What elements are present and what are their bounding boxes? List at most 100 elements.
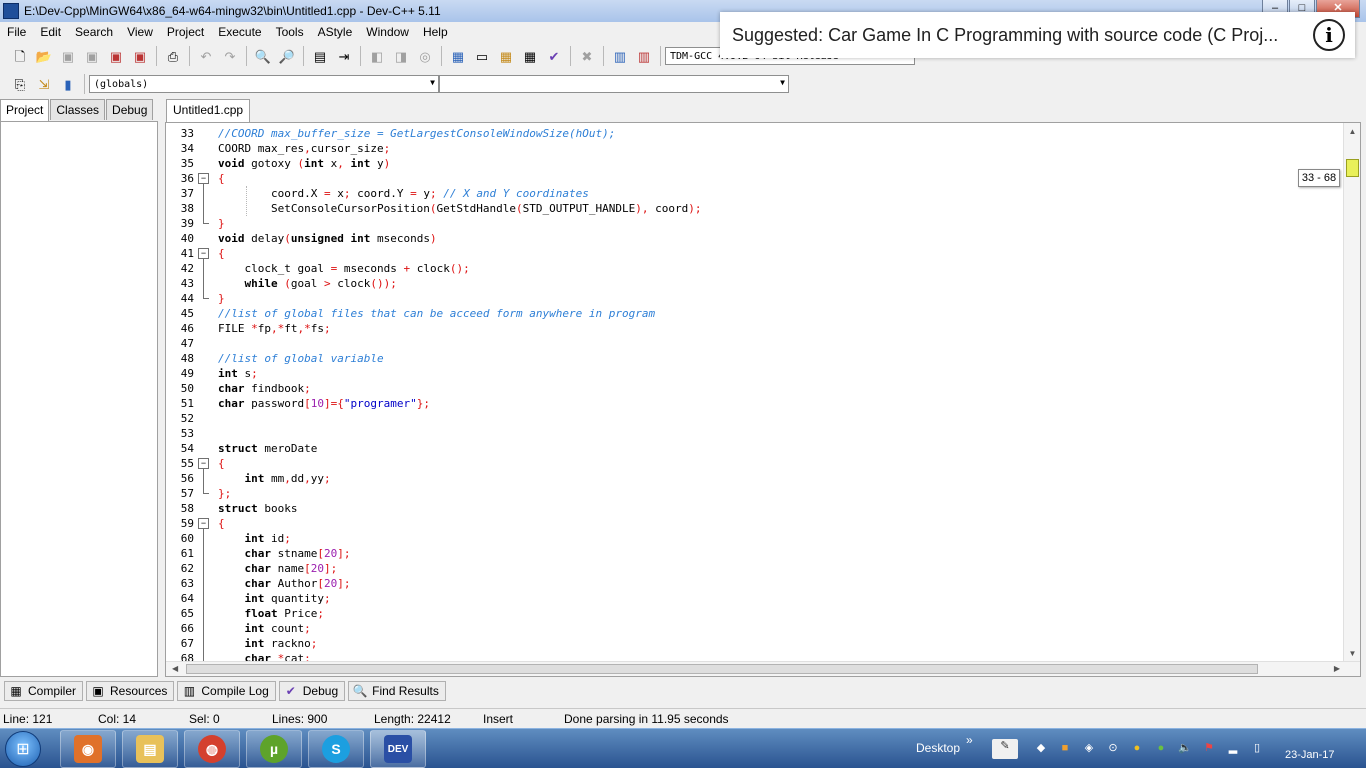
code-line[interactable]: }; xyxy=(218,486,231,501)
tray-utorrent-icon[interactable]: ● xyxy=(1154,741,1168,755)
profile-delete-icon[interactable]: ▥ xyxy=(634,46,654,66)
taskbar-app-orange[interactable]: ◉ xyxy=(60,730,116,768)
tab-compile-log[interactable]: ▥ Compile Log xyxy=(177,681,276,701)
menu-edit[interactable]: Edit xyxy=(33,25,68,39)
code-line[interactable]: COORD max_res,cursor_size; xyxy=(218,141,390,156)
scroll-right-icon[interactable]: ▶ xyxy=(1334,662,1340,676)
open-file-icon[interactable]: 📂 xyxy=(34,46,54,66)
code-line[interactable]: int mm,dd,yy; xyxy=(218,471,330,486)
save-icon[interactable]: ▣ xyxy=(58,46,78,66)
code-line[interactable]: char password[10]={"programer"}; xyxy=(218,396,430,411)
taskbar-utorrent[interactable]: µ xyxy=(246,730,302,768)
tab-resources[interactable]: ▣ Resources xyxy=(86,681,175,701)
menu-project[interactable]: Project xyxy=(160,25,211,39)
goto-line-icon[interactable]: ▤ xyxy=(310,46,330,66)
menu-help[interactable]: Help xyxy=(416,25,455,39)
tab-classes[interactable]: Classes xyxy=(50,99,106,120)
fold-toggle-icon[interactable]: − xyxy=(198,248,209,259)
signal-icon[interactable]: ▂ xyxy=(1226,741,1240,755)
code-line[interactable]: } xyxy=(218,216,225,231)
indent-icon[interactable]: ⇥ xyxy=(334,46,354,66)
project-options-icon[interactable]: ◎ xyxy=(415,46,435,66)
stop-execution-icon[interactable]: ✖ xyxy=(577,46,597,66)
horizontal-scroll-thumb[interactable] xyxy=(186,664,1258,674)
code-line[interactable]: { xyxy=(218,246,225,261)
tray-capture-icon[interactable]: ⊙ xyxy=(1106,741,1120,755)
menu-tools[interactable]: Tools xyxy=(269,25,311,39)
chevron-icon[interactable]: » xyxy=(966,733,973,747)
close-all-icon[interactable]: ▣ xyxy=(130,46,150,66)
horizontal-scrollbar[interactable]: ◀ ▶ xyxy=(166,661,1360,676)
code-line[interactable]: clock_t goal = mseconds + clock(); xyxy=(218,261,469,276)
profile-icon[interactable]: ▥ xyxy=(610,46,630,66)
compile-icon[interactable]: ▦ xyxy=(448,46,468,66)
replace-icon[interactable]: 🔎 xyxy=(277,46,297,66)
code-line[interactable]: float Price; xyxy=(218,606,324,621)
suggestion-text[interactable]: Suggested: Car Game In C Programming wit… xyxy=(732,25,1292,46)
code-line[interactable]: FILE *fp,*ft,*fs; xyxy=(218,321,331,336)
tray-leaf-icon[interactable]: ◆ xyxy=(1034,741,1048,755)
run-icon[interactable]: ▭ xyxy=(472,46,492,66)
vertical-scrollbar[interactable]: ▲ ▼ xyxy=(1343,123,1360,663)
add-to-project-icon[interactable]: ◧ xyxy=(367,46,387,66)
code-line[interactable]: struct books xyxy=(218,501,298,516)
code-line[interactable]: struct meroDate xyxy=(218,441,317,456)
code-line[interactable]: //list of global variable xyxy=(218,351,384,366)
project-browser[interactable] xyxy=(0,121,158,677)
menu-view[interactable]: View xyxy=(120,25,160,39)
fold-toggle-icon[interactable]: − xyxy=(198,458,209,469)
taskbar-skype[interactable]: S xyxy=(308,730,364,768)
tab-compiler[interactable]: ▦ Compiler xyxy=(4,681,84,701)
close-file-icon[interactable]: ▣ xyxy=(106,46,126,66)
code-line[interactable]: int count; xyxy=(218,621,310,636)
toggle-bookmark-icon[interactable]: ▮ xyxy=(58,74,78,94)
scroll-left-icon[interactable]: ◀ xyxy=(172,662,178,676)
code-line[interactable]: int id; xyxy=(218,531,290,546)
code-line[interactable]: //list of global files that can be accee… xyxy=(218,306,655,321)
tab-debug[interactable]: Debug xyxy=(106,99,154,120)
tray-orange-icon[interactable]: ■ xyxy=(1058,741,1072,755)
code-line[interactable]: { xyxy=(218,456,225,471)
tab-project[interactable]: Project xyxy=(0,99,50,122)
member-select[interactable]: ▼ xyxy=(439,75,789,93)
battery-icon[interactable]: ▯ xyxy=(1250,741,1264,755)
fold-toggle-icon[interactable]: − xyxy=(198,518,209,529)
tablet-input-icon[interactable]: ✎ xyxy=(992,739,1018,759)
new-file-icon[interactable]: 🗋 xyxy=(10,46,30,66)
code-line[interactable]: while (goal > clock()); xyxy=(218,276,396,291)
code-line[interactable]: char Author[20]; xyxy=(218,576,350,591)
undo-icon[interactable]: ↶ xyxy=(196,46,216,66)
taskbar-devcpp[interactable]: DEV xyxy=(370,730,426,768)
scroll-up-icon[interactable]: ▲ xyxy=(1346,125,1359,138)
code-line[interactable]: SetConsoleCursorPosition(GetStdHandle(ST… xyxy=(218,201,702,216)
taskbar-explorer[interactable]: ▤ xyxy=(122,730,178,768)
redo-icon[interactable]: ↷ xyxy=(220,46,240,66)
tab-find-results[interactable]: 🔍 Find Results xyxy=(348,681,446,701)
menu-astyle[interactable]: AStyle xyxy=(311,25,360,39)
code-line[interactable]: coord.X = x; coord.Y = y; // X and Y coo… xyxy=(218,186,589,201)
menu-file[interactable]: File xyxy=(0,25,33,39)
goto-icon[interactable]: ⇲ xyxy=(34,74,54,94)
compile-run-icon[interactable]: ▦ xyxy=(496,46,516,66)
clock-date[interactable]: 23-Jan-17 xyxy=(1285,749,1335,761)
fold-toggle-icon[interactable]: − xyxy=(198,173,209,184)
tab-debug-output[interactable]: ✔ Debug xyxy=(278,681,346,701)
insert-icon[interactable]: ⎘ xyxy=(10,74,30,94)
code-line[interactable]: char findbook; xyxy=(218,381,311,396)
rebuild-all-icon[interactable]: ▦ xyxy=(520,46,540,66)
menu-window[interactable]: Window xyxy=(359,25,416,39)
code-line[interactable]: { xyxy=(218,516,225,531)
vertical-scroll-thumb[interactable] xyxy=(1346,159,1359,177)
volume-icon[interactable]: 🔈 xyxy=(1178,741,1192,755)
code-line[interactable]: char name[20]; xyxy=(218,561,337,576)
menu-search[interactable]: Search xyxy=(68,25,120,39)
code-line[interactable]: int rackno; xyxy=(218,636,317,651)
menu-execute[interactable]: Execute xyxy=(211,25,268,39)
print-icon[interactable]: ⎙ xyxy=(163,46,183,66)
editor-tab-untitled1[interactable]: Untitled1.cpp xyxy=(166,99,251,122)
code-line[interactable]: void delay(unsigned int mseconds) xyxy=(218,231,437,246)
scroll-down-icon[interactable]: ▼ xyxy=(1346,647,1359,660)
tray-network-icon[interactable]: ◈ xyxy=(1082,741,1096,755)
code-line[interactable]: char stname[20]; xyxy=(218,546,350,561)
taskbar-chrome[interactable]: ◍ xyxy=(184,730,240,768)
